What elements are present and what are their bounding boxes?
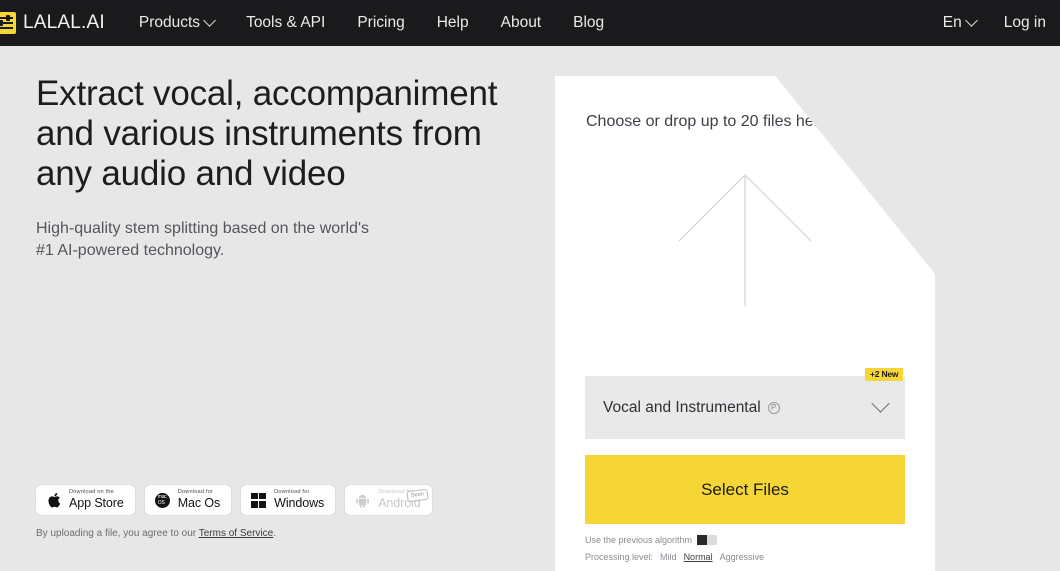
stem-type-select-value: Vocal and Instrumental — [603, 398, 761, 416]
nav-item-pricing[interactable]: Pricing — [341, 14, 420, 32]
processing-level-row: Processing level: Mild Normal Aggressive — [585, 552, 764, 562]
badge-app-store-big: App Store — [69, 496, 124, 511]
upload-arrow-icon — [665, 171, 825, 306]
previous-algorithm-row: Use the previous algorithm — [585, 535, 718, 545]
badge-app-store[interactable]: Download on the App Store — [36, 485, 135, 515]
lalal-logo-icon — [0, 12, 16, 34]
badge-windows[interactable]: Download for Windows — [241, 485, 336, 515]
badge-app-store-text: Download on the App Store — [69, 490, 124, 509]
navbar-right-group: En Log in — [929, 13, 1060, 32]
processing-level-aggressive[interactable]: Aggressive — [720, 552, 765, 562]
badge-mac-os[interactable]: mac OS Download for Mac Os — [144, 485, 232, 515]
processing-level-mild[interactable]: Mild — [660, 552, 677, 562]
stem-type-select[interactable]: Vocal and Instrumental P — [585, 376, 905, 439]
new-stems-badge: +2 New — [865, 368, 904, 381]
page-title: Extract vocal, accompaniment and various… — [36, 74, 498, 193]
nav-item-blog[interactable]: Blog — [557, 14, 620, 32]
top-navbar: LALAL.AI Products Tools & API Pricing He… — [0, 0, 1060, 46]
badge-windows-text: Download for Windows — [274, 490, 324, 509]
brand-name: LALAL.AI — [23, 12, 105, 33]
nav-item-help[interactable]: Help — [421, 14, 485, 32]
badge-android: Download for Android Soon — [345, 485, 432, 515]
badge-mac-os-text: Download for Mac Os — [177, 490, 221, 511]
processing-level-label: Processing level: — [585, 552, 654, 562]
page-body: Extract vocal, accompaniment and various… — [0, 46, 1060, 571]
badge-windows-big: Windows — [274, 496, 325, 511]
processing-level-normal[interactable]: Normal — [684, 552, 713, 562]
badge-mac-os-big: Mac Os — [177, 496, 221, 511]
hero-section: Extract vocal, accompaniment and various… — [36, 74, 506, 262]
terms-notice: By uploading a file, you agree to our Te… — [36, 528, 276, 539]
upload-card[interactable]: Choose or drop up to 20 files here Vocal… — [555, 76, 935, 571]
terms-prefix: By uploading a file, you agree to our — [36, 528, 199, 539]
p-circle-icon: P — [767, 401, 780, 414]
stem-type-select-label: Vocal and Instrumental P — [603, 399, 780, 417]
windows-icon — [250, 492, 267, 509]
store-badges: Download on the App Store mac OS Download… — [36, 485, 432, 515]
nav-item-tools-api[interactable]: Tools & API — [230, 14, 341, 32]
terms-of-service-link[interactable]: Terms of Service — [199, 528, 273, 539]
previous-algorithm-label: Use the previous algorithm — [585, 535, 693, 545]
chevron-down-icon — [203, 13, 216, 27]
navbar-links: Products Tools & API Pricing Help About … — [123, 13, 620, 32]
select-files-button[interactable]: Select Files — [585, 455, 905, 524]
nav-item-products[interactable]: Products — [123, 13, 230, 32]
previous-algorithm-toggle[interactable] — [697, 535, 718, 545]
apple-icon — [45, 492, 62, 509]
nav-item-about[interactable]: About — [485, 14, 558, 32]
chevron-down-icon — [964, 13, 978, 27]
android-soon-tag: Soon — [406, 488, 429, 502]
navbar-left-group: LALAL.AI Products Tools & API Pricing He… — [0, 12, 620, 34]
terms-suffix: . — [273, 528, 276, 539]
chevron-down-icon — [871, 394, 890, 413]
language-selector-label: En — [942, 14, 962, 31]
nav-item-products-label: Products — [138, 14, 201, 31]
macos-icon: mac OS — [154, 492, 171, 509]
login-button[interactable]: Log in — [990, 14, 1060, 32]
upload-card-title: Choose or drop up to 20 files here — [586, 113, 828, 130]
android-icon — [354, 492, 371, 509]
hero-subtitle: High-quality stem splitting based on the… — [36, 220, 369, 259]
language-selector[interactable]: En — [929, 13, 990, 32]
brand-logo[interactable]: LALAL.AI — [0, 12, 105, 34]
